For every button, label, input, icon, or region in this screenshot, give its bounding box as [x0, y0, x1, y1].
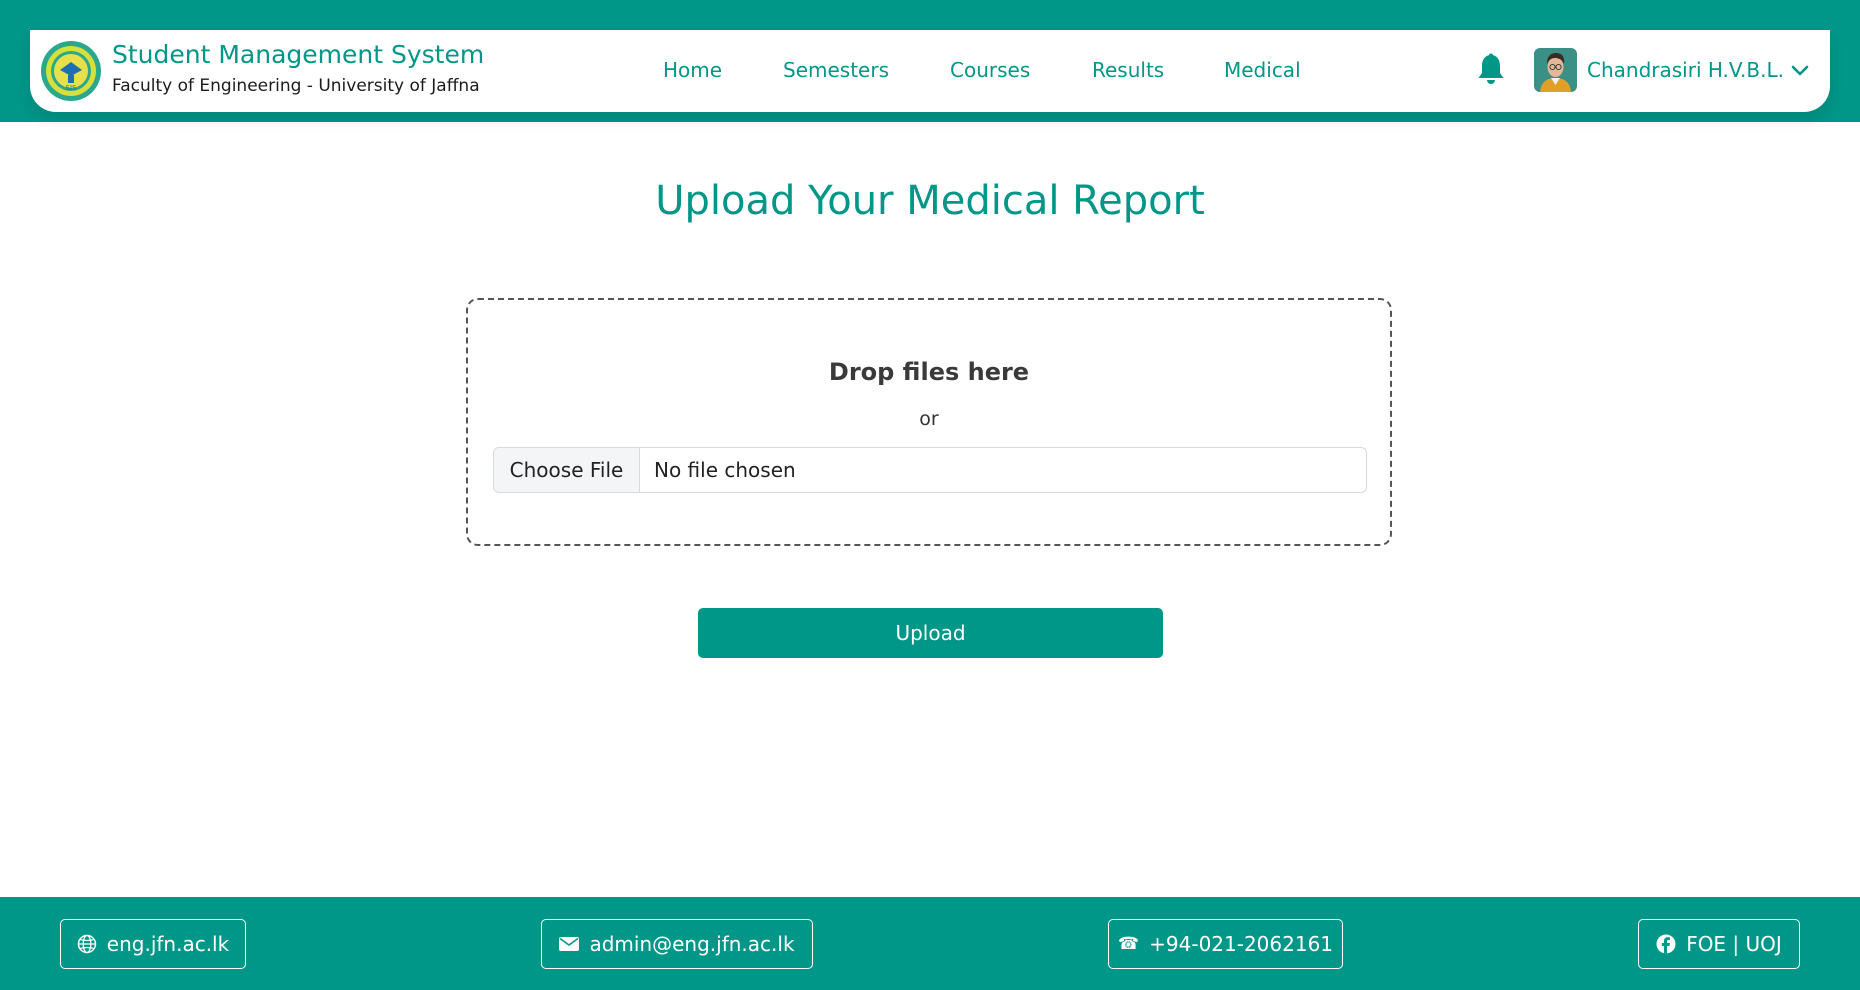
bell-icon[interactable]	[1475, 53, 1507, 87]
page-title: Upload Your Medical Report	[655, 178, 1205, 224]
footer-email-text: admin@eng.jfn.ac.lk	[589, 932, 795, 956]
footer-website-text: eng.jfn.ac.lk	[106, 932, 230, 956]
choose-file-button[interactable]: Choose File	[494, 448, 640, 492]
footer-facebook-text: FOE | UOJ	[1686, 932, 1782, 956]
file-status-text: No file chosen	[654, 458, 796, 482]
phone-icon: ☎	[1117, 934, 1140, 954]
app-subtitle: Faculty of Engineering - University of J…	[112, 76, 480, 96]
drop-zone-or: or	[919, 408, 939, 430]
app-title: Student Management System	[112, 40, 485, 69]
footer-phone-text: +94-021-2062161	[1149, 932, 1334, 956]
footer-website-link[interactable]: eng.jfn.ac.lk	[60, 919, 246, 969]
file-input[interactable]: Choose File No file chosen	[493, 447, 1367, 493]
user-avatar[interactable]	[1534, 48, 1577, 92]
nav-semesters[interactable]: Semesters	[783, 58, 889, 82]
nav-home[interactable]: Home	[663, 58, 722, 82]
university-logo[interactable]: SIS	[40, 40, 102, 102]
upload-button[interactable]: Upload	[698, 608, 1163, 658]
user-name[interactable]: Chandrasiri H.V.B.L.	[1587, 58, 1784, 82]
svg-text:SIS: SIS	[66, 84, 78, 92]
footer-email-link[interactable]: admin@eng.jfn.ac.lk	[541, 919, 813, 969]
envelope-icon	[559, 936, 580, 952]
nav-results[interactable]: Results	[1092, 58, 1164, 82]
footer-facebook-link[interactable]: FOE | UOJ	[1638, 919, 1800, 969]
chevron-down-icon[interactable]	[1791, 62, 1809, 80]
facebook-icon	[1656, 934, 1676, 954]
footer: eng.jfn.ac.lk admin@eng.jfn.ac.lk ☎ +94-…	[0, 897, 1860, 990]
nav-medical[interactable]: Medical	[1224, 58, 1301, 82]
nav-courses[interactable]: Courses	[950, 58, 1030, 82]
file-drop-zone[interactable]: Drop files here or Choose File No file c…	[466, 298, 1392, 546]
drop-zone-title: Drop files here	[828, 358, 1030, 386]
footer-phone-link[interactable]: ☎ +94-021-2062161	[1108, 919, 1343, 969]
globe-icon	[77, 934, 97, 954]
